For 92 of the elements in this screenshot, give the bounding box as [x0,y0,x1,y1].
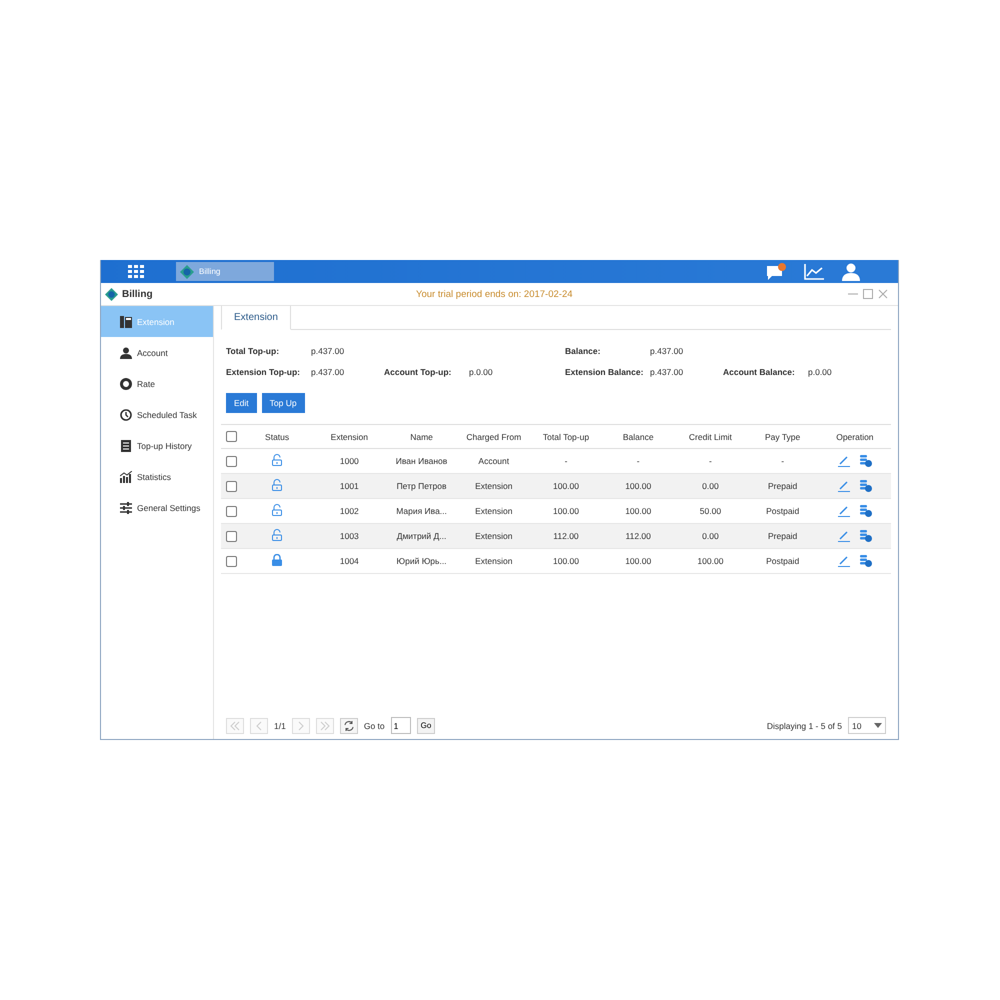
app-grid-icon[interactable] [128,264,144,278]
table-cell: Prepaid [746,524,819,548]
sidebar-item[interactable]: Scheduled Task [101,399,213,430]
window-title: Billing [122,288,154,300]
go-button[interactable]: Go [416,718,436,734]
coins-icon[interactable] [860,505,872,517]
column-header: Charged From [458,424,530,448]
table-cell: 1003 [313,524,386,548]
maximize-icon[interactable] [863,289,873,299]
summary-value: р.0.00 [808,366,832,376]
coin-icon [120,378,132,390]
page-size-select[interactable]: 10 [848,717,886,734]
person-icon [120,346,132,358]
column-header: Credit Limit [674,424,747,448]
row-checkbox[interactable] [226,556,236,567]
coins-icon[interactable] [860,455,872,467]
action-button[interactable]: Edit [226,393,257,413]
sidebar-item[interactable]: General Settings [101,492,213,523]
row-checkbox[interactable] [226,506,236,517]
column-header: Balance [602,424,674,448]
action-button[interactable]: Top Up [262,393,305,413]
column-header: Status [241,424,314,448]
table-cell: 1004 [313,548,386,574]
caret-icon [874,723,882,728]
column-header: Total Top-up [530,424,602,448]
list-icon [120,440,132,452]
table-cell: Юрий Юрь... [385,548,458,574]
column-header: Name [385,424,458,448]
table-cell: Дмитрий Д... [385,524,458,548]
table-cell: Extension [458,548,530,574]
row-checkbox[interactable] [226,456,236,467]
summary-value: р.437.00 [311,346,344,356]
table-cell: 112.00 [530,524,602,548]
sliders-icon [120,502,132,514]
summary-label: Account Top-up: [384,366,452,376]
summary-value: р.437.00 [650,366,684,376]
edit-icon[interactable] [838,506,850,516]
column-header: Operation [818,424,891,448]
sidebar-item[interactable]: Statistics [101,461,213,492]
summary-value: р.437.00 [650,346,684,356]
edit-icon[interactable] [838,556,850,566]
page-indicator: 1/1 [274,720,286,730]
phone-icon [120,316,132,328]
summary-label: Extension Balance: [565,366,644,376]
line-chart-icon[interactable] [804,264,824,280]
table-cell: Петр Петров [385,474,458,498]
refresh-icon[interactable] [340,718,358,734]
summary-label: Balance: [565,346,602,356]
close-icon[interactable] [878,289,888,299]
table-cell: 100.00 [530,474,602,498]
summary-label: Account Balance: [723,366,796,376]
table-cell: 0.00 [674,474,747,498]
edit-icon[interactable] [838,530,850,542]
summary-value: р.0.00 [469,366,493,376]
select-all-checkbox[interactable] [226,431,236,442]
summary-label: Extension Top-up: [226,366,301,376]
page-input[interactable]: 1 [390,717,411,734]
table-cell: 1001 [313,474,386,498]
billing-logo-icon [105,288,118,300]
sidebar-item[interactable]: Account [101,337,213,368]
chat-icon[interactable] [766,262,786,280]
sidebar-item[interactable]: Rate [101,368,213,399]
table-cell: Extension [458,474,530,498]
edit-icon[interactable] [838,456,850,466]
user-icon[interactable] [842,262,860,280]
tab[interactable]: Extension [221,306,291,330]
table-cell: 100.00 [602,474,674,498]
goto-label: Go to [364,720,385,730]
table-cell: Postpaid [746,548,819,574]
clock-icon [120,408,132,420]
table-cell: 0.00 [674,524,747,548]
summary-label: Total Top-up: [226,346,280,356]
table-cell: 100.00 [602,548,674,574]
row-checkbox[interactable] [226,480,236,492]
table-cell: 100.00 [530,548,602,574]
trial-notice: Your trial period ends on: 2017-02-24 [416,288,574,300]
table-cell: Prepaid [746,474,819,498]
sidebar-item[interactable]: Top-up History [101,430,213,461]
row-checkbox[interactable] [226,530,236,542]
billing-logo-icon [180,264,194,278]
edit-icon[interactable] [838,480,850,492]
table-cell: 112.00 [602,524,674,548]
coins-icon[interactable] [860,480,872,492]
column-header: Extension [313,424,386,448]
column-header: Pay Type [746,424,819,448]
coins-icon[interactable] [860,530,872,542]
display-info: Displaying 1 - 5 of 5 [766,720,842,730]
summary-value: р.437.00 [311,366,344,376]
coins-icon[interactable] [860,555,872,567]
bar-chart-icon [120,470,132,482]
table-cell: Extension [458,524,530,548]
table-cell: 100.00 [674,548,747,574]
